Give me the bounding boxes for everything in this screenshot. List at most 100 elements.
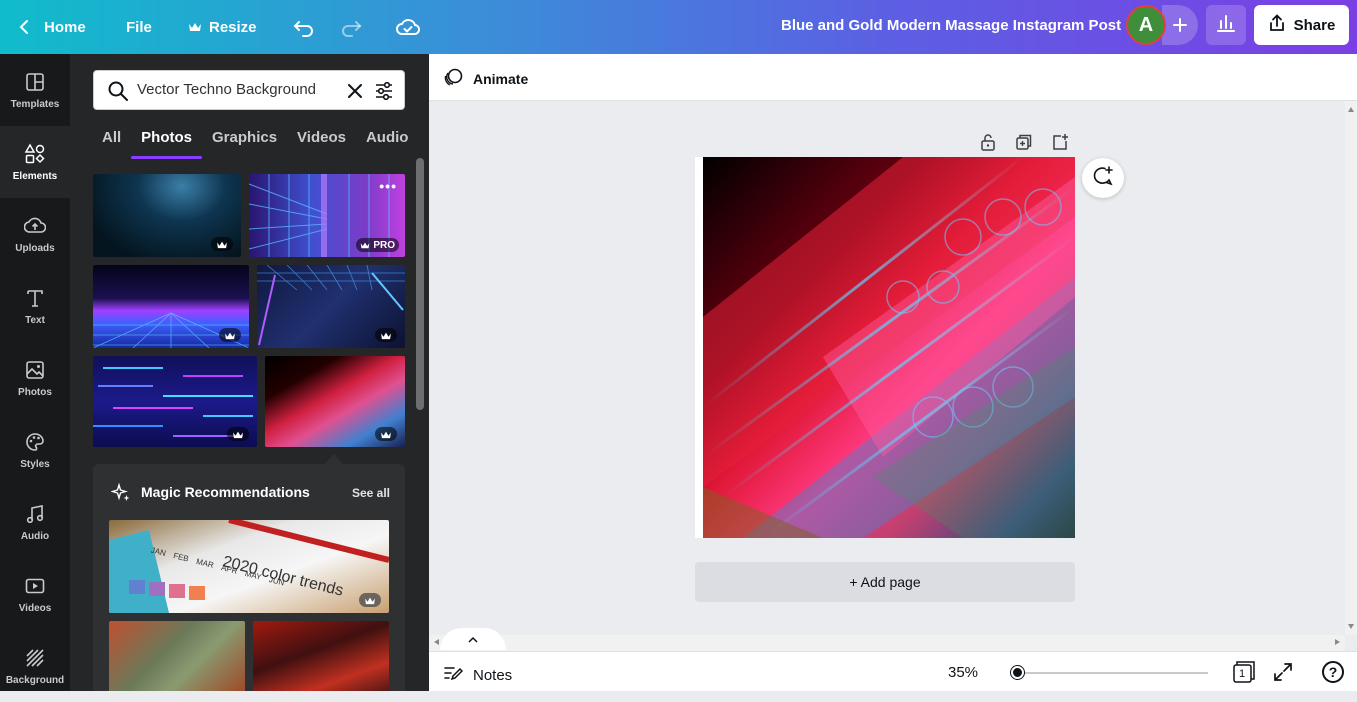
photo-recommendation[interactable] [109,621,245,691]
background-icon [26,648,44,667]
nav-item-elements[interactable]: Elements [0,126,70,198]
photo-result[interactable] [93,174,241,257]
tab-audio[interactable]: Audio [356,124,419,158]
share-label: Share [1293,16,1336,34]
chevron-up-icon [468,632,478,646]
premium-crown-icon [375,427,397,441]
photo-result[interactable] [93,265,249,348]
sparkle-icon [110,482,131,508]
page-count: 1 [1239,668,1246,680]
redo-button[interactable] [340,0,362,54]
nav-label-uploads: Uploads [15,242,55,254]
popover-arrow [325,454,343,464]
search-tabs: All Photos Graphics Videos Audio [93,124,419,159]
nav-label-elements: Elements [12,170,58,182]
vertical-scrollbar[interactable] [1345,101,1357,635]
scroll-down-arrow-icon[interactable] [1348,624,1354,629]
add-collaborator-button[interactable] [1162,5,1198,45]
premium-crown-icon [375,328,397,342]
music-note-icon [26,504,44,523]
design-page[interactable] [695,157,1075,538]
tab-videos[interactable]: Videos [287,124,356,158]
show-pages-button[interactable] [440,628,506,650]
tab-all[interactable]: All [93,124,131,158]
zoom-slider-handle[interactable] [1011,666,1024,679]
premium-crown-icon [211,237,233,251]
resize-label: Resize [209,18,257,36]
design-image[interactable] [703,157,1075,538]
scroll-left-arrow-icon[interactable] [434,639,439,645]
undo-icon [293,17,315,37]
clear-search-icon[interactable] [346,82,364,105]
nav-item-background[interactable]: Background [0,630,70,702]
nav-item-text[interactable]: Text [0,270,70,342]
nav-item-uploads[interactable]: Uploads [0,198,70,270]
animate-button[interactable]: Animate [443,67,528,90]
nav-item-audio[interactable]: Audio [0,486,70,558]
photo-result[interactable]: ••• PRO [249,174,405,257]
nav-item-templates[interactable]: Templates [0,54,70,126]
top-bar: Home File Resize Blue and Gold Modern Ma… [0,0,1357,54]
lock-icon[interactable] [979,133,997,156]
file-menu-button[interactable]: File [126,0,152,54]
add-comment-button[interactable] [1082,158,1124,198]
home-label: Home [44,18,86,36]
file-label: File [126,18,152,36]
tab-graphics[interactable]: Graphics [202,124,287,158]
more-options-icon[interactable]: ••• [379,178,397,194]
pro-badge: PRO [356,238,399,252]
notes-label: Notes [473,666,513,684]
design-title[interactable]: Blue and Gold Modern Massage Instagram P… [781,17,1121,34]
expand-icon [1272,663,1294,687]
duplicate-page-icon[interactable] [1015,133,1033,156]
tab-photos[interactable]: Photos [131,124,202,159]
share-button[interactable]: Share [1254,5,1349,45]
uploads-icon [24,217,46,233]
add-page-icon[interactable] [1051,133,1069,156]
panel-scrollbar[interactable] [416,158,424,410]
fullscreen-button[interactable] [1272,661,1294,688]
photo-recommendation[interactable] [253,621,389,691]
nav-item-videos[interactable]: Videos [0,558,70,630]
cloud-save-button[interactable] [396,0,420,54]
share-icon [1268,14,1286,36]
chevron-left-icon [14,17,34,37]
photo-result[interactable] [257,265,405,348]
filter-icon[interactable] [374,81,394,106]
bottom-bar: Notes 35% 1 ? [429,651,1357,691]
scroll-right-arrow-icon[interactable] [1335,639,1340,645]
photo-recommendation[interactable]: 2020 color trends JAN FEB MAR APR MAY JU… [109,520,389,613]
nav-label-audio: Audio [20,530,50,542]
resize-button[interactable]: Resize [188,0,257,54]
scroll-up-arrow-icon[interactable] [1348,107,1354,112]
search-input[interactable] [137,81,337,98]
zoom-level[interactable]: 35% [948,664,978,681]
animate-icon [443,67,465,90]
nav-label-videos: Videos [18,602,52,614]
see-all-link[interactable]: See all [352,486,390,500]
search-box[interactable] [93,70,405,110]
templates-icon [26,72,44,91]
photo-result[interactable] [265,356,405,447]
premium-crown-icon [219,328,241,342]
magic-recommendations-title: Magic Recommendations [141,484,310,500]
text-icon [27,289,43,307]
nav-label-templates: Templates [10,98,60,110]
nav-label-text: Text [25,314,45,326]
help-button[interactable]: ? [1322,661,1344,683]
avatar[interactable]: A [1126,5,1166,45]
elements-panel: All Photos Graphics Videos Audio ••• PRO [70,54,429,691]
nav-item-styles[interactable]: Styles [0,414,70,486]
add-page-button[interactable]: + Add page [695,562,1075,602]
crown-icon [188,21,202,33]
horizontal-scrollbar[interactable] [429,635,1345,651]
zoom-slider[interactable] [1014,672,1208,674]
undo-button[interactable] [293,0,315,54]
magic-recommendations: Magic Recommendations See all 2020 color… [93,464,405,691]
home-button[interactable]: Home [14,0,86,54]
notes-button[interactable]: Notes [443,664,512,686]
photo-result[interactable] [93,356,257,447]
nav-item-photos[interactable]: Photos [0,342,70,414]
page-count-button[interactable]: 1 [1232,660,1256,684]
insights-button[interactable] [1206,5,1246,45]
